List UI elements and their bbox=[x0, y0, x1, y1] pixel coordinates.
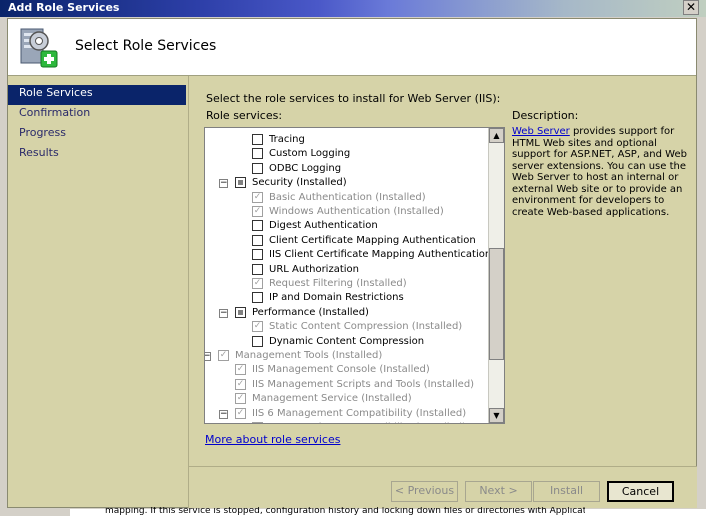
tree-scrollbar[interactable]: ▲ ▼ bbox=[488, 128, 504, 423]
tree-row[interactable]: ✓ Basic Authentication (Installed) bbox=[205, 191, 488, 205]
tree-row-label: ODBC Logging bbox=[269, 162, 342, 174]
tree-row-label: Performance (Installed) bbox=[252, 306, 369, 318]
tree-row[interactable]: ✓ Management Service (Installed) bbox=[205, 392, 488, 406]
tree-row[interactable]: ✓ Windows Authentication (Installed) bbox=[205, 205, 488, 219]
tree-row-label: Custom Logging bbox=[269, 148, 351, 160]
window-title: Add Role Services bbox=[8, 1, 120, 14]
tree-row[interactable]: ✓ IIS 6 Metabase Compatibility (Installed… bbox=[205, 421, 488, 423]
role-checkbox[interactable]: ✓ bbox=[252, 422, 263, 423]
tree-row[interactable]: Dynamic Content Compression bbox=[205, 335, 488, 349]
tree-row-label: Management Tools (Installed) bbox=[235, 350, 383, 361]
tree-row[interactable]: − Security (Installed) bbox=[205, 176, 488, 190]
tree-row-label: Windows Authentication (Installed) bbox=[269, 206, 444, 217]
tree-row-label: IIS 6 Management Compatibility (Installe… bbox=[252, 407, 467, 419]
collapse-toggle-icon[interactable]: − bbox=[219, 179, 228, 189]
tree-row[interactable]: ✓ IIS Management Console (Installed) bbox=[205, 363, 488, 377]
tree-row[interactable]: Client Certificate Mapping Authenticatio… bbox=[205, 234, 488, 248]
role-checkbox[interactable]: ✓ bbox=[252, 278, 263, 289]
content-area: Select the role services to install for … bbox=[188, 76, 697, 508]
tree-row[interactable]: ODBC Logging bbox=[205, 162, 488, 176]
tree-row-label: IP and Domain Restrictions bbox=[269, 292, 404, 304]
tree-row[interactable]: − Performance (Installed) bbox=[205, 306, 488, 320]
role-checkbox[interactable]: ✓ bbox=[218, 350, 229, 361]
tree-row-label: IIS Management Console (Installed) bbox=[252, 364, 430, 376]
title-bar[interactable]: Add Role Services ✕ bbox=[0, 0, 706, 17]
tree-row[interactable]: ✓ Request Filtering (Installed) bbox=[205, 277, 488, 291]
role-checkbox[interactable]: ✓ bbox=[235, 364, 246, 376]
collapse-toggle-icon[interactable]: − bbox=[219, 409, 228, 419]
button-bar: < Previous Next > Install Cancel bbox=[189, 466, 697, 508]
tree-row[interactable]: − ✓ IIS 6 Management Compatibility (Instal… bbox=[205, 407, 488, 421]
wizard-panel: Select Role Services Role Services Confi… bbox=[7, 18, 697, 508]
role-checkbox[interactable] bbox=[252, 162, 263, 174]
tree-row-label: Request Filtering (Installed) bbox=[269, 278, 407, 289]
previous-button[interactable]: < Previous bbox=[391, 481, 458, 502]
install-button[interactable]: Install bbox=[533, 481, 600, 502]
web-server-link[interactable]: Web Server bbox=[512, 126, 570, 137]
tree-row[interactable]: Tracing bbox=[205, 133, 488, 147]
page-title: Select Role Services bbox=[75, 38, 217, 54]
cancel-button[interactable]: Cancel bbox=[607, 481, 674, 502]
role-checkbox[interactable]: ✓ bbox=[235, 378, 246, 390]
tree-row-label: Management Service (Installed) bbox=[252, 393, 412, 405]
role-checkbox[interactable] bbox=[252, 249, 263, 261]
server-roles-icon bbox=[20, 28, 58, 68]
tree-row-label: IIS 6 Metabase Compatibility (Installed) bbox=[269, 421, 466, 423]
tree-row[interactable]: ✓ IIS Management Scripts and Tools (Insta… bbox=[205, 378, 488, 392]
collapse-toggle-icon[interactable]: − bbox=[219, 308, 228, 318]
role-services-tree[interactable]: Tracing Custom Logging ODBC Logging − Securi… bbox=[204, 127, 505, 424]
more-about-role-services-link[interactable]: More about role services bbox=[205, 433, 340, 446]
role-checkbox[interactable] bbox=[252, 134, 263, 145]
tree-row[interactable]: Digest Authentication bbox=[205, 219, 488, 233]
tree-row-label: Client Certificate Mapping Authenticatio… bbox=[269, 234, 476, 246]
tree-row-label: Tracing bbox=[269, 134, 305, 145]
role-checkbox[interactable] bbox=[235, 177, 246, 189]
role-checkbox[interactable] bbox=[252, 148, 263, 160]
instruction-text: Select the role services to install for … bbox=[206, 92, 501, 105]
description-text: Web Server provides support for HTML Web… bbox=[512, 126, 690, 218]
role-checkbox[interactable]: ✓ bbox=[235, 407, 246, 419]
tree-row[interactable]: −✓ Management Tools (Installed) bbox=[205, 349, 488, 363]
role-services-label: Role services: bbox=[206, 109, 283, 122]
role-checkbox[interactable] bbox=[252, 263, 263, 275]
tree-row-label: Security (Installed) bbox=[252, 177, 347, 189]
tree-row-label: Basic Authentication (Installed) bbox=[269, 191, 426, 203]
nav-item-role-services[interactable]: Role Services bbox=[8, 85, 186, 105]
tree-row[interactable]: URL Authorization bbox=[205, 263, 488, 277]
nav-item-confirmation[interactable]: Confirmation bbox=[8, 105, 186, 125]
scroll-up-arrow[interactable]: ▲ bbox=[489, 128, 504, 143]
tree-row[interactable]: ✓ Static Content Compression (Installed) bbox=[205, 320, 488, 334]
wizard-header: Select Role Services bbox=[8, 19, 696, 76]
role-checkbox[interactable] bbox=[252, 234, 263, 246]
collapse-toggle-icon[interactable]: − bbox=[205, 352, 211, 361]
tree-row[interactable]: IP and Domain Restrictions bbox=[205, 291, 488, 305]
nav-item-results[interactable]: Results bbox=[8, 145, 186, 165]
tree-row-label: IIS Client Certificate Mapping Authentic… bbox=[269, 249, 492, 261]
role-checkbox[interactable]: ✓ bbox=[252, 321, 263, 333]
role-checkbox[interactable]: ✓ bbox=[252, 206, 263, 217]
next-button[interactable]: Next > bbox=[465, 481, 532, 502]
nav-item-progress[interactable]: Progress bbox=[8, 125, 186, 145]
tree-row-label: IIS Management Scripts and Tools (Instal… bbox=[252, 378, 475, 390]
tree-row[interactable]: IIS Client Certificate Mapping Authentic… bbox=[205, 248, 492, 262]
role-checkbox[interactable] bbox=[252, 220, 263, 232]
tree-row-label: Digest Authentication bbox=[269, 220, 378, 232]
tree-row-label: Dynamic Content Compression bbox=[269, 335, 425, 347]
description-label: Description: bbox=[512, 109, 579, 122]
scroll-thumb[interactable] bbox=[489, 248, 504, 360]
close-button[interactable]: ✕ bbox=[683, 0, 699, 15]
scroll-down-arrow[interactable]: ▼ bbox=[489, 408, 504, 423]
description-body: provides support for HTML Web sites and … bbox=[512, 126, 687, 218]
role-checkbox[interactable] bbox=[252, 335, 263, 347]
wizard-nav: Role Services Confirmation Progress Resu… bbox=[8, 85, 186, 165]
tree-row[interactable]: Custom Logging bbox=[205, 147, 488, 161]
role-checkbox[interactable]: ✓ bbox=[235, 393, 246, 405]
role-checkbox[interactable]: ✓ bbox=[252, 191, 263, 203]
role-checkbox[interactable] bbox=[252, 292, 263, 304]
tree-row-label: Static Content Compression (Installed) bbox=[269, 321, 463, 333]
background-window-text: mapping. If this service is stopped, con… bbox=[105, 507, 585, 516]
tree-row-label: URL Authorization bbox=[269, 263, 359, 275]
role-checkbox[interactable] bbox=[235, 306, 246, 318]
